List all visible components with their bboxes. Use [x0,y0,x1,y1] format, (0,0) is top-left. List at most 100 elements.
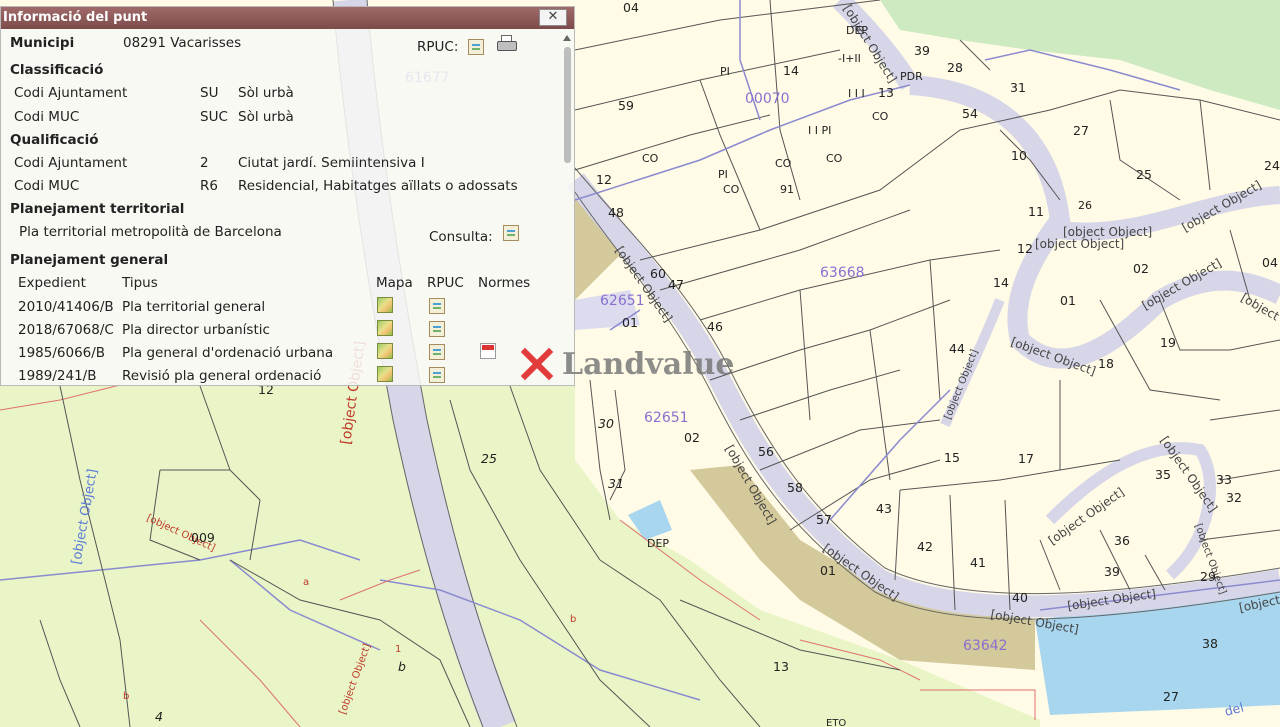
parcel-label: 27 [1163,689,1179,704]
parcel-label: 60 [650,266,666,281]
parcel-label: 01 [820,563,836,578]
consulta-label: Consulta: [429,229,493,245]
parcel-label: 47 [668,277,684,292]
parcel-label: 25 [481,451,497,466]
parcel-label: -I+II [838,52,861,65]
parcel-label: CO [775,157,792,170]
rpuc-label: RPUC: [417,39,459,55]
parcel-label: 28 [947,60,963,75]
parcel-label: 44 [949,341,965,356]
watermark-logo: Landvalue [516,344,735,384]
parcel-label: 42 [917,539,933,554]
qualificacio-desc: Residencial, Habitatges aïllats o adossa… [238,178,518,194]
parcel-label: 32 [1226,490,1242,505]
classificacio-name: Codi Ajuntament [14,85,128,101]
panel-scrollbar[interactable] [563,33,572,385]
parcel-label: 59 [618,98,634,113]
parcel-label: 57 [816,512,832,527]
parcel-label: 36 [1114,533,1130,548]
consulta-document-icon[interactable] [503,225,519,241]
panel-content[interactable]: Municipi 08291 Vacarisses RPUC: Classifi… [1,29,560,385]
map-icon[interactable] [377,320,393,336]
parcel-label: 15 [944,450,960,465]
parcel-label: CO [642,152,659,165]
parcel-label: 91 [780,183,794,196]
parcel-label: 02 [1133,261,1149,276]
parcel-label: 14 [783,63,799,78]
parcel-label: 35 [1155,467,1171,482]
parcel-label: 25 [1136,167,1152,182]
parcel-label: ETO [826,718,846,727]
column-tipus: Tipus [122,275,158,291]
parcel-label: 24 [1264,158,1280,173]
parcel-label: 18 [1098,356,1114,371]
parcel-label: 4 [155,709,163,724]
zone-label: 62651 [644,410,689,426]
parcel-label: 39 [1104,564,1120,579]
territorial-plan-name: Pla territorial metropolità de Barcelona [19,224,282,240]
parcel-label: 1 [395,644,401,655]
rpuc-document-icon[interactable] [429,321,445,337]
tipus-cell: Pla director urbanístic [122,322,270,338]
parcel-label: PI [718,168,728,181]
qualificacio-desc: Ciutat jardí. Semiintensiva I [238,155,425,171]
parcel-label: 33 [1216,472,1232,487]
parcel-label: 26 [1078,199,1092,212]
rpuc-document-icon[interactable] [429,367,445,383]
parcel-label: b [398,659,406,674]
landvalue-logo-icon [516,344,556,384]
parcel-label: DEP [846,24,868,37]
qualificacio-heading: Qualificació [10,132,99,148]
municipi-value: 08291 Vacarisses [123,35,242,51]
print-icon[interactable] [497,35,517,53]
parcel-label: PI [720,65,730,78]
parcel-label: 39 [914,43,930,58]
rpuc-document-icon[interactable] [429,344,445,360]
parcel-label: 56 [758,444,774,459]
classificacio-code: SU [200,85,219,101]
parcel-label: 29 [1200,569,1216,584]
parcel-label: 11 [1028,204,1044,219]
classificacio-name: Codi MUC [14,109,80,125]
parcel-label: CO [826,152,843,165]
qualificacio-name: Codi Ajuntament [14,155,128,171]
expedient-cell: 1989/241/B [18,368,97,384]
parcel-label: 19 [1160,335,1176,350]
rpuc-document-icon[interactable] [468,39,484,55]
map-icon[interactable] [377,366,393,382]
parcel-label: 30 [598,416,614,431]
municipi-label: Municipi [10,35,75,51]
parcel-label: 04 [1262,255,1278,270]
column-normes: Normes [478,275,531,291]
parcel-label: 40 [1012,590,1028,605]
column-expedient: Expedient [18,275,86,291]
column-mapa: Mapa [376,275,413,291]
parcel-label: 01 [1060,293,1076,308]
parcel-label: 54 [962,106,978,121]
close-button[interactable]: ✕ [539,9,567,26]
rpuc-document-icon[interactable] [429,298,445,314]
planejament-general-heading: Planejament general [10,252,169,268]
parcel-label: CO [872,110,889,123]
pdf-icon[interactable] [480,343,496,359]
classificacio-desc: Sòl urbà [238,109,294,125]
zone-label: 63642 [963,638,1008,654]
parcel-label: 10 [1011,148,1027,163]
map-icon[interactable] [377,297,393,313]
scroll-up-icon[interactable] [563,35,571,41]
parcel-label: 17 [1018,451,1034,466]
tipus-cell: Pla territorial general [122,299,266,315]
zone-label: 62651 [600,293,645,309]
classificacio-code: SUC [200,109,228,125]
parcel-label: DEP [647,537,669,550]
parcel-label: 27 [1073,123,1089,138]
map-icon[interactable] [377,343,393,359]
panel-title: Informació del punt [3,10,148,25]
qualificacio-name: Codi MUC [14,178,80,194]
panel-titlebar: Informació del punt ✕ [1,7,574,29]
parcel-label: a [303,577,309,588]
scroll-thumb[interactable] [564,47,571,163]
qualificacio-code: R6 [200,178,218,194]
parcel-label: 31 [608,476,624,491]
parcel-label: 41 [970,555,986,570]
